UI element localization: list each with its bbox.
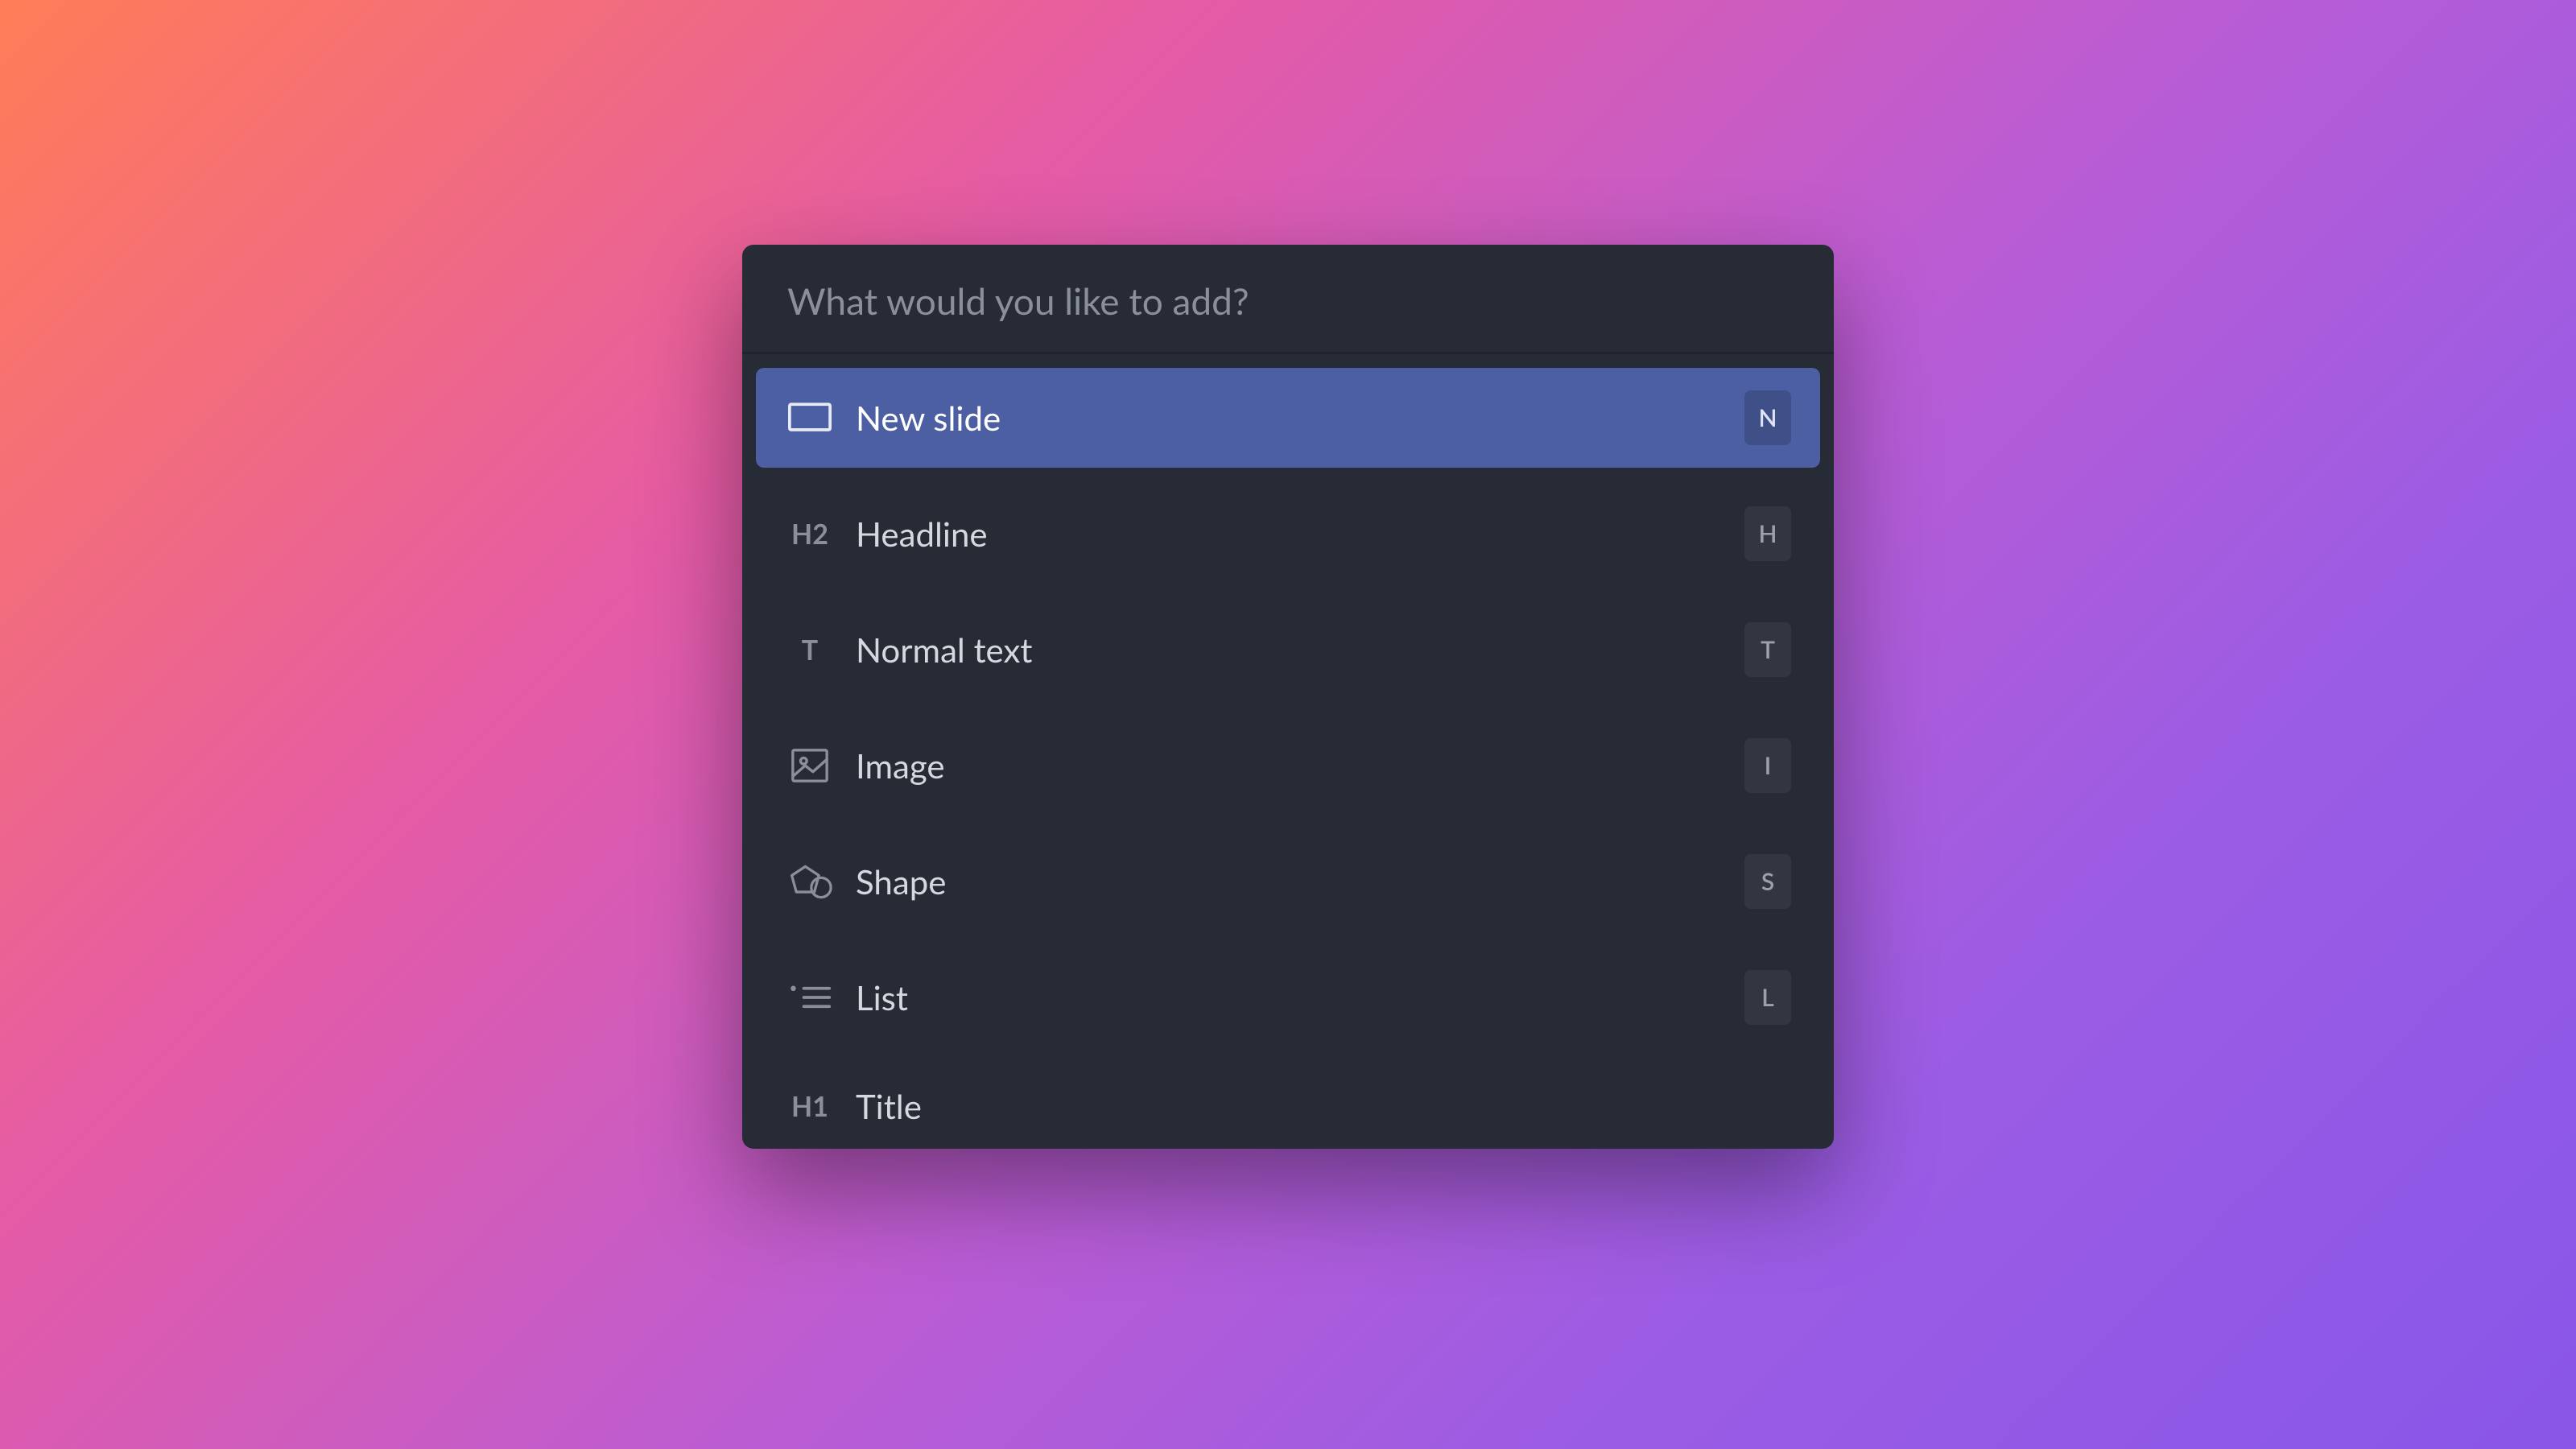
item-label: Shape [835,861,1744,902]
command-palette: New slide N H2 Headline H T Normal text … [742,245,1834,1149]
item-label: Title [835,1086,1791,1126]
text-icon: T [785,630,835,670]
item-list[interactable]: List L [756,947,1820,1047]
shape-icon [785,861,835,902]
command-items: New slide N H2 Headline H T Normal text … [742,354,1834,1149]
item-label: Image [835,745,1744,786]
item-title[interactable]: H1 Title [756,1063,1820,1149]
item-shape[interactable]: Shape S [756,832,1820,931]
item-label: New slide [835,398,1744,438]
search-input[interactable] [787,279,1789,323]
item-shortcut: I [1744,738,1791,793]
item-label: Headline [835,514,1744,554]
item-shortcut: H [1744,506,1791,561]
slide-icon [785,398,835,438]
item-headline[interactable]: H2 Headline H [756,484,1820,584]
h2-icon: H2 [785,514,835,554]
item-normal-text[interactable]: T Normal text T [756,600,1820,700]
item-new-slide[interactable]: New slide N [756,368,1820,468]
item-label: List [835,977,1744,1018]
item-shortcut: L [1744,970,1791,1025]
item-shortcut: S [1744,854,1791,909]
item-label: Normal text [835,630,1744,670]
item-shortcut: N [1744,390,1791,445]
h1-icon: H1 [785,1086,835,1126]
search-row [742,245,1834,354]
item-image[interactable]: Image I [756,716,1820,815]
image-icon [785,745,835,786]
item-shortcut: T [1744,622,1791,677]
list-icon [785,977,835,1018]
